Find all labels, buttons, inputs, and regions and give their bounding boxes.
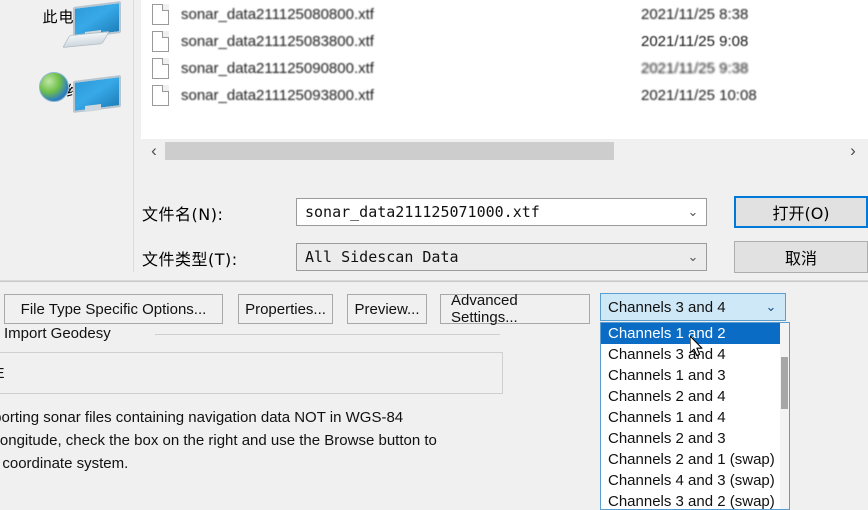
channel-select-value: Channels 3 and 4 bbox=[608, 298, 726, 316]
chevron-down-icon[interactable]: ⌄ bbox=[680, 249, 706, 265]
table-row[interactable]: sonar_data211125080800.xtf 2021/11/25 8:… bbox=[141, 1, 868, 28]
file-icon bbox=[152, 31, 169, 52]
preview-button[interactable]: Preview... bbox=[347, 294, 427, 324]
channel-option-4[interactable]: Channels 1 and 4 bbox=[601, 407, 789, 428]
open-button[interactable]: 打开(O) bbox=[734, 196, 868, 228]
group-divider bbox=[155, 334, 500, 335]
scroll-left-arrow-icon[interactable]: ‹ bbox=[143, 139, 165, 163]
file-name: sonar_data211125090800.xtf bbox=[181, 60, 374, 77]
cancel-button[interactable]: 取消 bbox=[734, 241, 868, 273]
filetype-value: All Sidescan Data bbox=[305, 248, 459, 266]
file-name: sonar_data211125093800.xtf bbox=[181, 87, 374, 104]
place-network[interactable]: 网络 bbox=[0, 72, 133, 113]
file-type-specific-options-button[interactable]: File Type Specific Options... bbox=[4, 294, 223, 324]
places-bar: 此电脑 网络 bbox=[0, 0, 134, 272]
file-icon bbox=[152, 4, 169, 25]
chevron-down-icon[interactable]: ⌄ bbox=[680, 204, 706, 220]
app-root: 此电脑 网络 sonar_data211125074500.xtf 2021/1… bbox=[0, 0, 868, 510]
scrollbar-thumb[interactable] bbox=[165, 142, 614, 160]
filetype-label: 文件类型(T): bbox=[142, 250, 238, 269]
filetype-select[interactable]: All Sidescan Data ⌄ bbox=[296, 243, 707, 271]
channel-option-0[interactable]: Channels 1 and 2 bbox=[601, 323, 789, 344]
import-geodesy-legend: Import Geodesy bbox=[0, 325, 115, 342]
chevron-down-icon[interactable]: ⌄ bbox=[757, 299, 785, 315]
channel-option-1[interactable]: Channels 3 and 4 bbox=[601, 344, 789, 365]
channel-option-8[interactable]: Channels 3 and 2 (swap) bbox=[601, 491, 789, 509]
place-this-pc[interactable]: 此电脑 bbox=[0, 1, 133, 48]
table-row[interactable]: sonar_data211125093800.xtf 2021/11/25 10… bbox=[141, 82, 868, 109]
file-date: 2021/11/25 9:08 bbox=[641, 33, 749, 50]
file-date: 2021/11/25 9:38 bbox=[641, 60, 749, 77]
channel-option-5[interactable]: Channels 2 and 3 bbox=[601, 428, 789, 449]
channel-select-dropdown[interactable]: Channels 1 and 2 Channels 3 and 4 Channe… bbox=[600, 322, 790, 510]
filename-label: 文件名(N): bbox=[142, 205, 224, 224]
properties-button[interactable]: Properties... bbox=[238, 294, 333, 324]
channel-option-7[interactable]: Channels 4 and 3 (swap) bbox=[601, 470, 789, 491]
channel-option-3[interactable]: Channels 2 and 4 bbox=[601, 386, 789, 407]
table-row[interactable]: sonar_data211125083800.xtf 2021/11/25 9:… bbox=[141, 28, 868, 55]
import-geodesy-group: Import Geodesy UTM120E When importing so… bbox=[0, 325, 560, 484]
file-icon bbox=[152, 58, 169, 79]
filename-value: sonar_data211125071000.xtf bbox=[305, 203, 540, 221]
file-date: 2021/11/25 8:38 bbox=[641, 6, 749, 23]
channel-option-6[interactable]: Channels 2 and 1 (swap) bbox=[601, 449, 789, 470]
dropdown-scrollbar[interactable] bbox=[780, 323, 789, 509]
channel-option-2[interactable]: Channels 1 and 3 bbox=[601, 365, 789, 386]
advanced-settings-button[interactable]: Advanced Settings... bbox=[440, 292, 590, 326]
file-icon bbox=[152, 85, 169, 106]
dropdown-scrollbar-thumb[interactable] bbox=[781, 357, 788, 409]
file-open-dialog: 此电脑 网络 sonar_data211125074500.xtf 2021/1… bbox=[0, 0, 868, 281]
file-name: sonar_data211125083800.xtf bbox=[181, 33, 374, 50]
channel-select[interactable]: Channels 3 and 4 ⌄ bbox=[600, 293, 786, 321]
scroll-right-arrow-icon[interactable]: › bbox=[842, 139, 864, 163]
geodesy-value: UTM120E bbox=[0, 365, 5, 382]
filename-input[interactable]: sonar_data211125071000.xtf ⌄ bbox=[296, 198, 707, 226]
horizontal-scrollbar[interactable]: ‹ › bbox=[141, 139, 868, 163]
file-name: sonar_data211125080800.xtf bbox=[181, 6, 374, 23]
table-row[interactable]: sonar_data211125090800.xtf 2021/11/25 9:… bbox=[141, 55, 868, 82]
file-date: 2021/11/25 10:08 bbox=[641, 87, 757, 104]
file-list[interactable]: sonar_data211125074500.xtf 2021/11/25 8:… bbox=[141, 0, 868, 139]
geodesy-help-text: When importing sonar files containing na… bbox=[0, 409, 437, 472]
geodesy-value-field[interactable]: UTM120E bbox=[0, 352, 503, 394]
